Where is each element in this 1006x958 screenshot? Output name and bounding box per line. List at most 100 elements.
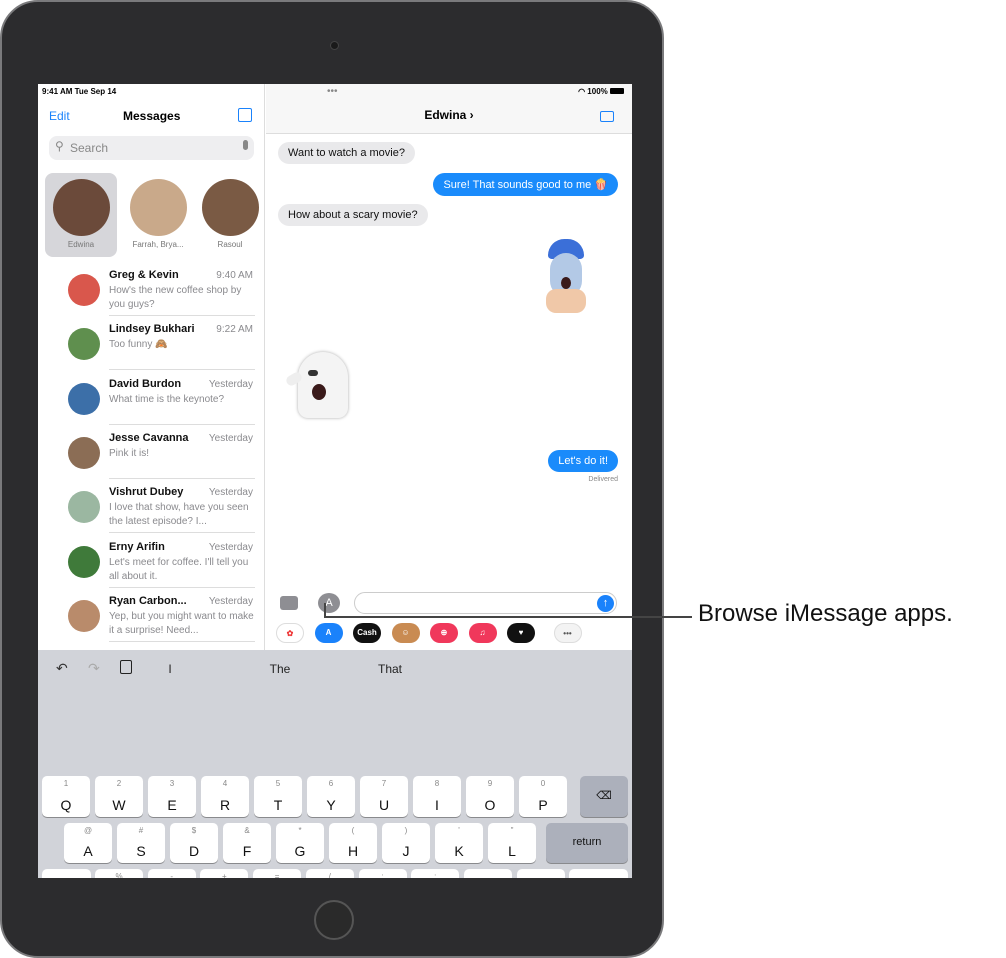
avatar: [68, 545, 100, 578]
key-hint: 5: [275, 779, 281, 788]
more-app-icon[interactable]: •••: [553, 623, 582, 643]
conversation-row[interactable]: Vishrut Dubey Yesterday I love that show, …: [38, 479, 265, 534]
message-preview: Too funny 🙈: [109, 339, 168, 351]
avatar: [201, 179, 259, 236]
key-6[interactable]: :M: [411, 869, 460, 878]
key-hint: 6: [328, 779, 334, 788]
suggestion[interactable]: That: [335, 662, 445, 676]
search-placeholder: Search: [70, 141, 109, 155]
contact-name: Ryan Carbon...: [109, 594, 187, 607]
key-o[interactable]: 9O: [466, 776, 514, 817]
message-input[interactable]: ↑: [354, 592, 617, 614]
memoji-stickers-app-icon[interactable]: ☺: [391, 623, 420, 643]
key-1[interactable]: -X: [147, 869, 196, 878]
conversation-row[interactable]: Ryan Carbon... Yesterday Yep, but you migh…: [38, 588, 265, 642]
timestamp: 9:40 AM: [216, 270, 253, 281]
key-3[interactable]: =V: [253, 869, 302, 878]
home-button[interactable]: [314, 900, 354, 940]
digital-touch-app-icon[interactable]: ♥: [507, 623, 535, 643]
key-r[interactable]: 4R: [201, 776, 249, 817]
key-2[interactable]: +C: [200, 869, 249, 878]
send-button[interactable]: ↑: [597, 595, 614, 612]
conversation-row[interactable]: Erny Arifin Yesterday Let's meet for coffe…: [38, 534, 265, 588]
return-key[interactable]: return: [546, 823, 628, 863]
avatar: [68, 274, 100, 306]
contact-name[interactable]: Edwina ›: [266, 108, 632, 122]
avatar: [68, 599, 100, 632]
suggestion[interactable]: I: [115, 662, 225, 676]
music-app-icon[interactable]: ♫: [468, 623, 497, 643]
timestamp: 9:22 AM: [216, 324, 253, 336]
avatar: [68, 328, 100, 361]
app-store-app-icon[interactable]: A: [314, 623, 343, 643]
callout-line: [324, 603, 326, 617]
key-hint: 8: [434, 779, 440, 788]
message-preview: What time is the keynote?: [109, 393, 225, 405]
shift-key[interactable]: ⇧: [569, 869, 628, 878]
key-0[interactable]: %Z: [95, 869, 143, 878]
screen: 9:41 AM Tue Sep 14 Edit Messages ⚲ Searc…: [38, 84, 632, 878]
photos-app-icon[interactable]: ✿: [276, 623, 304, 643]
battery-status: ◠ 100%: [578, 87, 624, 96]
key-7[interactable]: ,!: [463, 869, 512, 878]
key-g[interactable]: * G: [276, 823, 324, 863]
pinned-conversation[interactable]: Farrah, Brya...: [122, 173, 194, 257]
key-l[interactable]: " L: [488, 823, 536, 863]
shift-key[interactable]: ⇧: [42, 869, 91, 878]
message-bubble: Let's do it!: [548, 450, 618, 472]
delete-key[interactable]: ⌫: [580, 776, 628, 817]
key-t[interactable]: 5T: [254, 776, 302, 817]
key-s[interactable]: # S: [117, 823, 165, 863]
chat-header: ••• ◠ 100% Edwina ›: [266, 84, 632, 134]
key-hint: ;: [381, 872, 384, 878]
multitasking-dots[interactable]: •••: [327, 86, 338, 97]
key-h[interactable]: (H: [329, 823, 377, 863]
key-label: D: [188, 843, 200, 859]
search-input[interactable]: ⚲ Search: [49, 136, 254, 160]
contact-name: Lindsey Bukhari: [109, 323, 195, 336]
key-4[interactable]: /B: [305, 869, 354, 878]
key-label: return: [572, 836, 602, 848]
key-u[interactable]: 7U: [360, 776, 408, 817]
key-f[interactable]: & F: [223, 823, 271, 863]
conversation-row[interactable]: Jesse Cavanna Yesterday Pink it is!: [38, 425, 265, 479]
key-label: U: [378, 797, 390, 813]
avatar: [52, 179, 110, 236]
conversation-row[interactable]: Greg & Kevin 9:40 AM How's the new coffee …: [38, 262, 265, 316]
suggestion[interactable]: The: [225, 662, 335, 676]
key-a[interactable]: @ A: [64, 823, 112, 863]
mic-icon[interactable]: [243, 140, 248, 150]
key-q[interactable]: 1Q: [42, 776, 90, 817]
images-search-app-icon[interactable]: ⊕: [430, 623, 458, 643]
redo-icon[interactable]: ↷: [88, 660, 100, 677]
app-store-icon[interactable]: A: [318, 593, 340, 613]
key-k[interactable]: ' K: [435, 823, 483, 863]
key-hint: 0: [540, 779, 546, 788]
key-j[interactable]: ) J: [382, 823, 430, 863]
key-e[interactable]: 3E: [148, 776, 196, 817]
video-call-icon[interactable]: [600, 111, 614, 122]
key-i[interactable]: 8I: [413, 776, 461, 817]
edit-button[interactable]: Edit: [49, 109, 70, 123]
camera-icon[interactable]: [280, 596, 298, 610]
key-y[interactable]: 6Y: [307, 776, 355, 817]
key-p[interactable]: 0P: [519, 776, 567, 817]
key-8[interactable]: .?: [516, 869, 565, 878]
apple-cash-app-icon[interactable]: Cash: [353, 623, 381, 643]
timestamp: Yesterday: [208, 432, 253, 444]
key-w[interactable]: 2W: [95, 776, 143, 817]
key-d[interactable]: $ D: [170, 823, 218, 863]
key-label: ⌫: [596, 790, 612, 802]
key-label: Y: [326, 797, 336, 813]
key-5[interactable]: ;N: [358, 869, 407, 878]
message-preview: How's the new coffee shop by you guys?: [109, 285, 242, 310]
conversation-row[interactable]: David Burdon Yesterday What time is the ke…: [38, 371, 265, 425]
compose-icon[interactable]: [238, 108, 252, 122]
key-hint: .: [539, 872, 542, 878]
pinned-conversation[interactable]: Edwina: [45, 173, 117, 257]
ipad-device: 9:41 AM Tue Sep 14 Edit Messages ⚲ Searc…: [0, 0, 664, 958]
undo-icon[interactable]: ↶: [56, 660, 68, 677]
pinned-conversation[interactable]: Rasoul: [194, 173, 266, 257]
callout-line: [324, 616, 692, 618]
conversation-row[interactable]: Lindsey Bukhari 9:22 AM Too funny 🙈: [38, 316, 265, 371]
